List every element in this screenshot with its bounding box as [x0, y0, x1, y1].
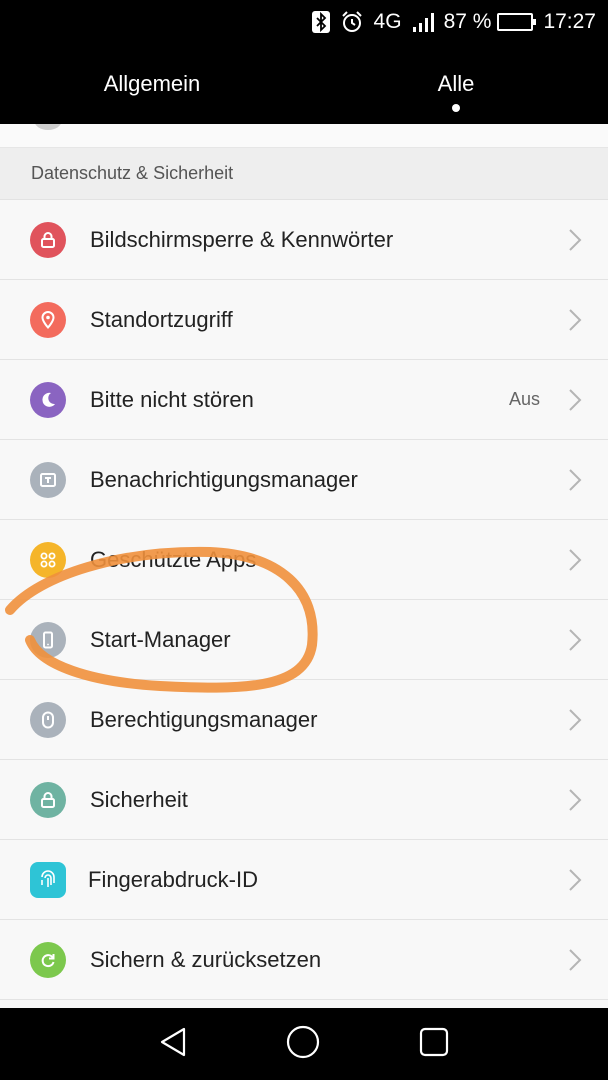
moon-icon	[30, 381, 66, 418]
battery-percent: 87 %	[443, 10, 492, 33]
chevron-right-icon	[568, 388, 582, 412]
battery-icon	[497, 13, 537, 31]
settings-item-label: Fingerabdruck-ID	[88, 866, 258, 892]
settings-item-label: Geschützte Apps	[90, 546, 257, 572]
settings-item-label: Sicherheit	[90, 786, 188, 812]
chevron-right-icon	[568, 628, 582, 652]
settings-item-do-not-disturb[interactable]: Bitte nicht stören Aus	[0, 360, 608, 440]
tab-allgemein[interactable]: Allgemein	[0, 44, 304, 124]
backup-icon	[30, 941, 66, 978]
home-icon[interactable]	[286, 1025, 320, 1064]
partial-icon	[34, 124, 62, 130]
bluetooth-icon	[311, 11, 330, 33]
chevron-right-icon	[568, 868, 582, 892]
chevron-right-icon	[568, 788, 582, 812]
security-lock-icon	[30, 781, 66, 818]
settings-item-protected-apps[interactable]: Geschützte Apps	[0, 520, 608, 600]
location-pin-icon	[30, 301, 66, 338]
previous-item-partial	[0, 124, 608, 148]
tab-label: Alle	[437, 71, 475, 96]
settings-item-label: Start-Manager	[90, 626, 231, 652]
settings-item-location[interactable]: Standortzugriff	[0, 280, 608, 360]
chevron-right-icon	[568, 708, 582, 732]
chevron-right-icon	[568, 548, 582, 572]
network-type: 4G	[373, 10, 402, 33]
navigation-bar	[0, 1008, 608, 1080]
settings-item-start-manager[interactable]: Start-Manager	[0, 600, 608, 680]
settings-item-permission-manager[interactable]: Berechtigungsmanager	[0, 680, 608, 760]
section-title: Datenschutz & Sicherheit	[31, 163, 234, 183]
chevron-right-icon	[568, 308, 582, 332]
settings-item-fingerprint[interactable]: Fingerabdruck-ID	[0, 840, 608, 920]
tab-label: Allgemein	[103, 71, 201, 96]
recents-icon[interactable]	[419, 1027, 449, 1062]
settings-item-label: Bildschirmsperre & Kennwörter	[90, 226, 394, 252]
alarm-icon	[340, 10, 364, 34]
settings-item-label: Benachrichtigungsmanager	[90, 466, 358, 492]
settings-item-label: Bitte nicht stören	[90, 386, 254, 412]
settings-item-label: Standortzugriff	[90, 306, 233, 332]
settings-item-backup-reset[interactable]: Sichern & zurücksetzen	[0, 920, 608, 1000]
notification-icon	[30, 461, 66, 498]
chevron-right-icon	[568, 948, 582, 972]
settings-item-label: Berechtigungsmanager	[90, 706, 318, 732]
lock-icon	[30, 221, 66, 258]
phone-icon	[30, 621, 66, 658]
permission-icon	[30, 701, 66, 738]
chevron-right-icon	[568, 228, 582, 252]
back-icon[interactable]	[159, 1026, 187, 1063]
clock: 17:27	[543, 10, 596, 33]
section-header: Datenschutz & Sicherheit	[0, 148, 608, 200]
settings-item-security[interactable]: Sicherheit	[0, 760, 608, 840]
settings-item-label: Sichern & zurücksetzen	[90, 946, 322, 972]
settings-item-notification-manager[interactable]: Benachrichtigungsmanager	[0, 440, 608, 520]
fingerprint-icon	[30, 861, 66, 898]
chevron-right-icon	[568, 468, 582, 492]
signal-icon	[412, 11, 434, 33]
tab-alle[interactable]: Alle	[304, 44, 608, 124]
tab-bar: Allgemein Alle	[0, 44, 608, 124]
active-tab-indicator	[452, 104, 460, 112]
apps-grid-icon	[30, 541, 66, 578]
settings-item-value: Aus	[508, 389, 540, 409]
status-bar: 4G 87 % 17:27	[0, 0, 608, 44]
settings-item-screen-lock[interactable]: Bildschirmsperre & Kennwörter	[0, 200, 608, 280]
settings-list: Datenschutz & Sicherheit Bildschirmsperr…	[0, 124, 608, 1008]
